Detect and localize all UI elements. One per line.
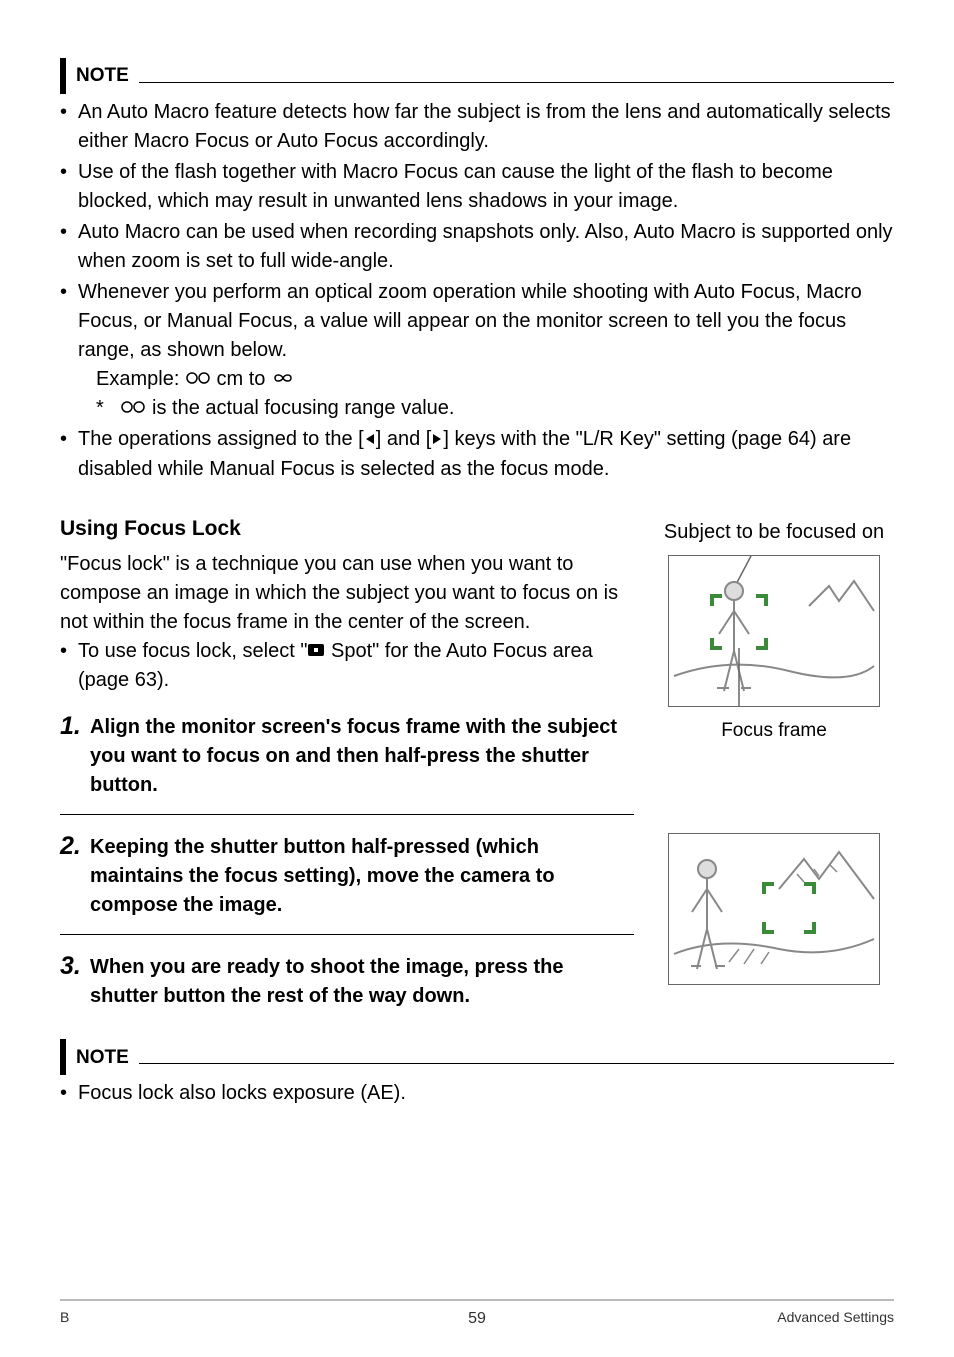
list-item: Use of the flash together with Macro Foc… (78, 158, 894, 216)
triangle-right-icon (431, 426, 443, 455)
step-3: 3. When you are ready to shoot the image… (60, 953, 634, 1025)
list-item: Whenever you perform an optical zoom ope… (78, 278, 894, 423)
list-item: To use focus lock, select " Spot" for th… (78, 637, 634, 695)
step-body: When you are ready to shoot the image, p… (90, 953, 634, 1011)
asterisk-symbol: * (96, 397, 104, 419)
body-text: Use of the flash together with Macro Foc… (78, 161, 833, 212)
note-rule (139, 82, 894, 83)
infinity-icon (271, 365, 295, 394)
body-text: ] and [ (376, 428, 432, 450)
body-text: Auto Macro can be used when recording sn… (78, 221, 893, 272)
illustration-2 (668, 833, 880, 985)
step-number: 2. (60, 833, 90, 920)
body-text: cm to (217, 368, 271, 390)
body-text: Whenever you perform an optical zoom ope… (78, 281, 862, 361)
step-2: 2. Keeping the shutter button half-press… (60, 833, 634, 935)
circle-circle-icon (120, 394, 146, 423)
example-line: Example: cm to (78, 365, 894, 394)
note-rule (139, 1063, 894, 1064)
section-title: Using Focus Lock (60, 514, 634, 544)
body-text: is the actual focusing range value. (152, 397, 454, 419)
list-item: An Auto Macro feature detects how far th… (78, 98, 894, 156)
focus-lock-section: Using Focus Lock "Focus lock" is a techn… (60, 486, 894, 816)
note-label: NOTE (76, 62, 129, 90)
right-column: Subject to be focused on (654, 486, 894, 816)
body-text: "Focus lock" is a technique you can use … (60, 550, 634, 637)
page-footer: B 59 Advanced Settings (60, 1299, 894, 1327)
triangle-left-icon (364, 426, 376, 455)
step-number: 3. (60, 953, 90, 1011)
step-body: Align the monitor screen's focus frame w… (90, 713, 634, 800)
left-column: Using Focus Lock "Focus lock" is a techn… (60, 486, 634, 816)
list-item: The operations assigned to the [] and []… (78, 425, 894, 483)
body-text: Example: (96, 368, 185, 390)
list-item: Focus lock also locks exposure (AE). (78, 1079, 894, 1108)
right-column (654, 815, 894, 1025)
page: NOTE An Auto Macro feature detects how f… (0, 0, 954, 1357)
step-number: 1. (60, 713, 90, 800)
section-bullet-list: To use focus lock, select " Spot" for th… (60, 637, 634, 695)
body-text: To use focus lock, select " (78, 640, 307, 662)
step-body: Keeping the shutter button half-pressed … (90, 833, 634, 920)
note-bar-icon (60, 58, 66, 94)
step-1: 1. Align the monitor screen's focus fram… (60, 713, 634, 815)
list-item: Auto Macro can be used when recording sn… (78, 218, 894, 276)
body-text: The operations assigned to the [ (78, 428, 364, 450)
asterisk-line: * is the actual focusing range value. (78, 394, 894, 423)
spot-af-icon (307, 637, 325, 666)
note-2-list: Focus lock also locks exposure (AE). (60, 1079, 894, 1108)
illustration-1 (668, 555, 880, 707)
body-text: Focus lock also locks exposure (AE). (78, 1082, 406, 1104)
subject-label: Subject to be focused on (654, 518, 894, 547)
circle-circle-icon (185, 365, 211, 394)
note-bar-icon (60, 1039, 66, 1075)
note-heading-2: NOTE (60, 1039, 894, 1075)
note-1-list: An Auto Macro feature detects how far th… (60, 98, 894, 484)
body-text: An Auto Macro feature detects how far th… (78, 101, 891, 152)
note-heading-1: NOTE (60, 58, 894, 94)
focus-frame-label: Focus frame (721, 717, 827, 745)
note-label: NOTE (76, 1044, 129, 1072)
left-column: 2. Keeping the shutter button half-press… (60, 815, 634, 1025)
step-2-row: 2. Keeping the shutter button half-press… (60, 815, 894, 1025)
page-number: 59 (60, 1307, 894, 1330)
